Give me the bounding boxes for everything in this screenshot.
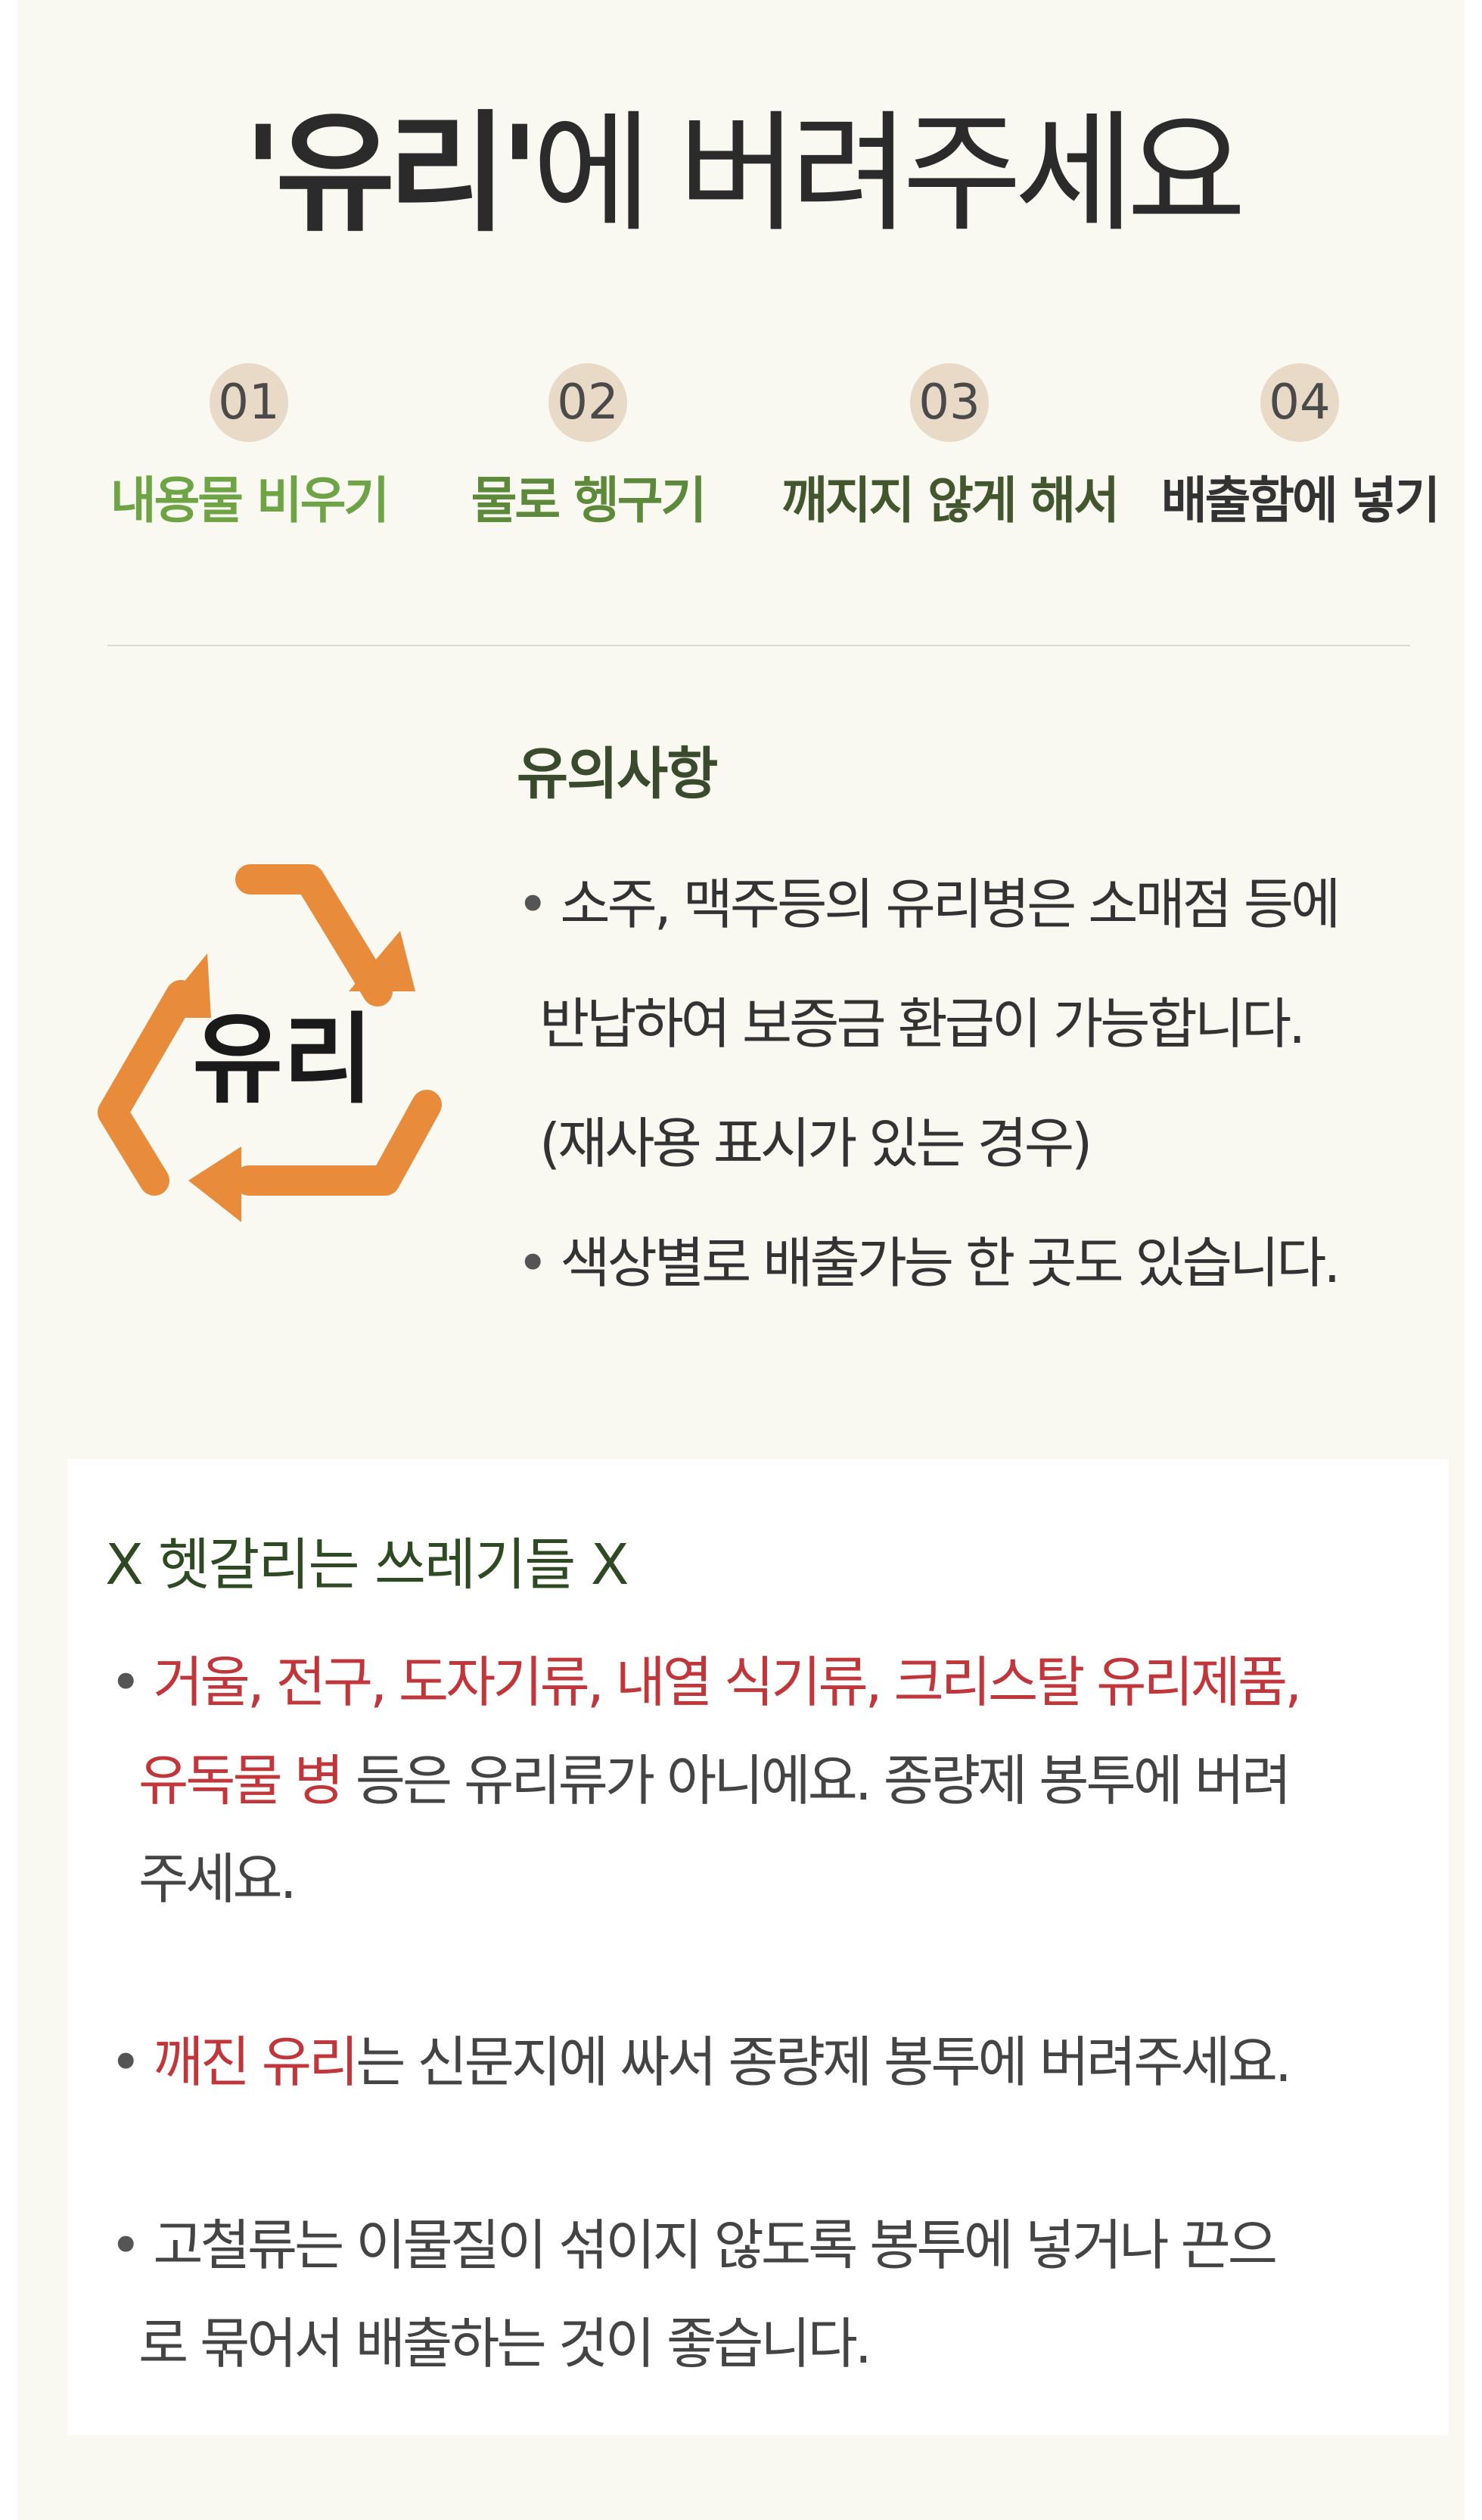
step-label: 물로 헹구기 [471,471,707,530]
step-1: 01 내용물 비우기 [75,363,423,531]
step-label: 내용물 비우기 [110,471,390,530]
body-text: 등은 유리류가 아니에요. 종량제 봉투에 버려 [340,1749,1292,1812]
divider [107,645,1410,646]
logo-text: 유리 [192,1002,373,1117]
list-item: • 고철류는 이물질이 섞이지 않도록 봉투에 넣거나 끈으 [110,2196,1441,2294]
confusing-items-box: X 헷갈리는 쓰레기들 X • 거울, 전구, 도자기류, 내열 식기류, 크리… [67,1459,1449,2435]
body-text: 는 신문지에 싸서 종량제 봉투에 버려주세요. [356,2030,1292,2094]
confusing-body: • 거울, 전구, 도자기류, 내열 식기류, 크리스탈 유리제품, 유독물 병… [110,1633,1441,2393]
recycle-arrows-icon: 유리 [98,864,442,1222]
title-rest: 에 버려주세요 [532,98,1246,250]
notice-line: 반납하여 보증금 환급이 가능합니다. [517,964,1425,1084]
notice-line: • 소주, 맥주등의 유리병은 소매점 등에 [517,845,1425,964]
page-title: '유리'에 버려주세요 [17,98,1465,250]
list-item: • 깨진 유리는 신문지에 싸서 종량제 봉투에 버려주세요. [110,2013,1441,2111]
list-item: • 거울, 전구, 도자기류, 내열 식기류, 크리스탈 유리제품, [110,1633,1441,1731]
step-number-badge: 01 [210,363,288,442]
step-2: 02 물로 헹구기 [414,363,762,531]
bullet: • [517,1231,549,1295]
notice-line: • 색상별로 배출가능 한 곳도 있습니다. [517,1203,1425,1323]
bullet: • [110,2214,142,2277]
confusing-title: X 헷갈리는 쓰레기들 X [105,1532,629,1598]
notice-text: 소주, 맥주등의 유리병은 소매점 등에 [560,873,1341,936]
bullet: • [110,1650,142,1714]
highlight-text: 유독물 병 [138,1749,344,1812]
notice-title: 유의사항 [517,742,718,807]
notice-body: • 소주, 맥주등의 유리병은 소매점 등에 반납하여 보증금 환급이 가능합니… [517,845,1425,1323]
step-number-badge: 03 [910,363,989,442]
notice-line: (재사용 표시가 있는 경우) [517,1084,1425,1203]
bullet: • [517,873,549,936]
step-label: 배출함에 넣기 [1160,471,1440,530]
highlight-text: 거울, 전구, 도자기류, 내열 식기류, 크리스탈 유리제품, [153,1650,1302,1714]
notice-text: 색상별로 배출가능 한 곳도 있습니다. [560,1231,1341,1295]
highlight-text: 깨진 유리 [153,2030,359,2094]
list-item-line: 로 묶어서 배출하는 것이 좋습니다. [110,2294,1441,2393]
bullet: • [110,2030,142,2094]
body-text: 주세요. [138,1847,297,1911]
notice-section: 유의사항 • 소주, 맥주등의 유리병은 소매점 등에 반납하여 보증금 환급이… [517,740,1425,1323]
list-item-line: 유독물 병 등은 유리류가 아니에요. 종량제 봉투에 버려 [110,1731,1441,1830]
page: '유리'에 버려주세요 01 내용물 비우기 02 물로 헹구기 03 깨지지 … [17,0,1465,2520]
notice-text: 반납하여 보증금 환급이 가능합니다. [539,992,1306,1056]
step-4: 04 배출함에 넣기 [1126,363,1465,531]
step-number-badge: 04 [1260,363,1339,442]
step-label: 깨지지 않게 해서 [781,471,1120,530]
list-item-line: 주세요. [110,1830,1441,1928]
step-number-badge: 02 [548,363,627,442]
body-text: 고철류는 이물질이 섞이지 않도록 봉투에 넣거나 끈으 [153,2214,1278,2277]
title-quoted: '유리' [243,98,540,250]
body-text: 로 묶어서 배출하는 것이 좋습니다. [138,2312,872,2375]
steps: 01 내용물 비우기 02 물로 헹구기 03 깨지지 않게 해서 04 배출함… [17,363,1465,560]
step-3: 03 깨지지 않게 해서 [775,363,1123,531]
notice-text: (재사용 표시가 있는 경우) [539,1112,1092,1175]
